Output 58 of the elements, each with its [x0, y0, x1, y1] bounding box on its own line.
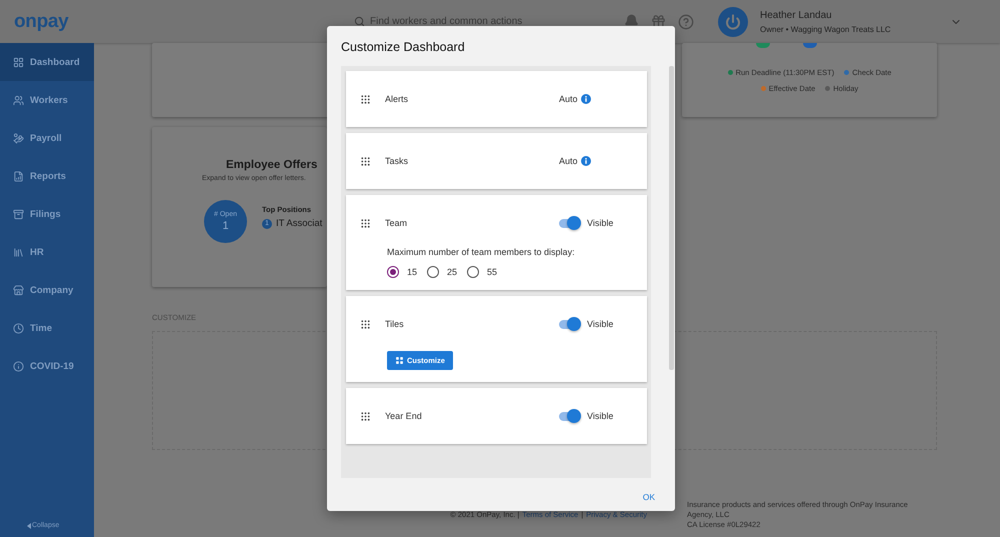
team-size-option[interactable]: 25	[427, 266, 458, 278]
gift-icon[interactable]	[651, 14, 666, 29]
card-title: Employee Offers	[226, 159, 318, 171]
team-size-prompt: Maximum number of team members to display:	[387, 247, 576, 257]
nav-item[interactable]: Filings	[0, 195, 94, 233]
grid-icon	[395, 356, 404, 365]
search-icon	[354, 16, 365, 27]
widget-label: Team	[385, 218, 408, 228]
scrollbar[interactable]	[669, 66, 674, 370]
user-name: Heather Landau	[760, 10, 833, 20]
logo[interactable]: onpay	[14, 10, 354, 32]
caret-left-icon	[27, 522, 31, 528]
drag-handle-icon[interactable]	[360, 218, 371, 228]
nav-icon	[13, 284, 24, 296]
widget-status: Auto	[559, 156, 578, 166]
nav-icon	[13, 56, 24, 68]
widget-status: Visible	[587, 319, 614, 329]
nav-icon	[13, 170, 24, 182]
widget-label: Year End	[385, 411, 423, 421]
position-name: IT Associat	[276, 218, 322, 229]
widget-status: Auto	[559, 94, 578, 104]
widget-status: Visible	[587, 411, 614, 421]
dialog-title: Customize Dashboard	[340, 39, 466, 56]
user-role: Owner • Wagging Wagon Treats LLC	[760, 24, 892, 34]
nav-item[interactable]: Company	[0, 271, 94, 309]
drag-handle-icon[interactable]	[360, 318, 371, 330]
nav-item[interactable]: COVID-19	[0, 347, 94, 385]
drag-handle-icon[interactable]	[360, 94, 371, 104]
nav-icon	[13, 322, 24, 334]
visibility-switch[interactable]	[559, 218, 579, 228]
search-field[interactable]: Find workers and common actions	[354, 16, 624, 27]
nav-item[interactable]: Payroll	[0, 119, 94, 157]
drag-handle-icon[interactable]	[360, 156, 371, 166]
widget-label: Tasks	[385, 156, 410, 166]
nav-icon	[13, 246, 24, 258]
nav-item[interactable]: Workers	[0, 81, 94, 119]
radio-icon[interactable]	[427, 266, 440, 278]
info-icon[interactable]	[580, 94, 591, 104]
team-size-option[interactable]: 15	[387, 266, 418, 278]
visibility-switch[interactable]	[559, 412, 579, 420]
widget-label: Alerts	[385, 94, 410, 104]
nav-icon	[13, 94, 24, 106]
team-size-option[interactable]: 55	[467, 266, 498, 278]
drag-handle-icon[interactable]	[360, 410, 371, 422]
radio-icon[interactable]	[387, 266, 399, 278]
nav-item[interactable]: HR	[0, 233, 94, 271]
widget-status: Visible	[587, 218, 614, 228]
ok-button[interactable]: OK	[642, 492, 655, 502]
info-icon[interactable]	[580, 156, 591, 166]
nav-icon	[13, 132, 24, 144]
visibility-switch[interactable]	[559, 320, 579, 328]
radio-icon[interactable]	[467, 266, 480, 278]
nav-item[interactable]: Dashboard	[0, 43, 94, 81]
nav-icon	[13, 208, 24, 220]
nav-icon	[13, 360, 24, 372]
widget-label: Tiles	[385, 319, 405, 329]
nav-item[interactable]: Reports	[0, 157, 94, 195]
nav-item[interactable]: Time	[0, 309, 94, 347]
